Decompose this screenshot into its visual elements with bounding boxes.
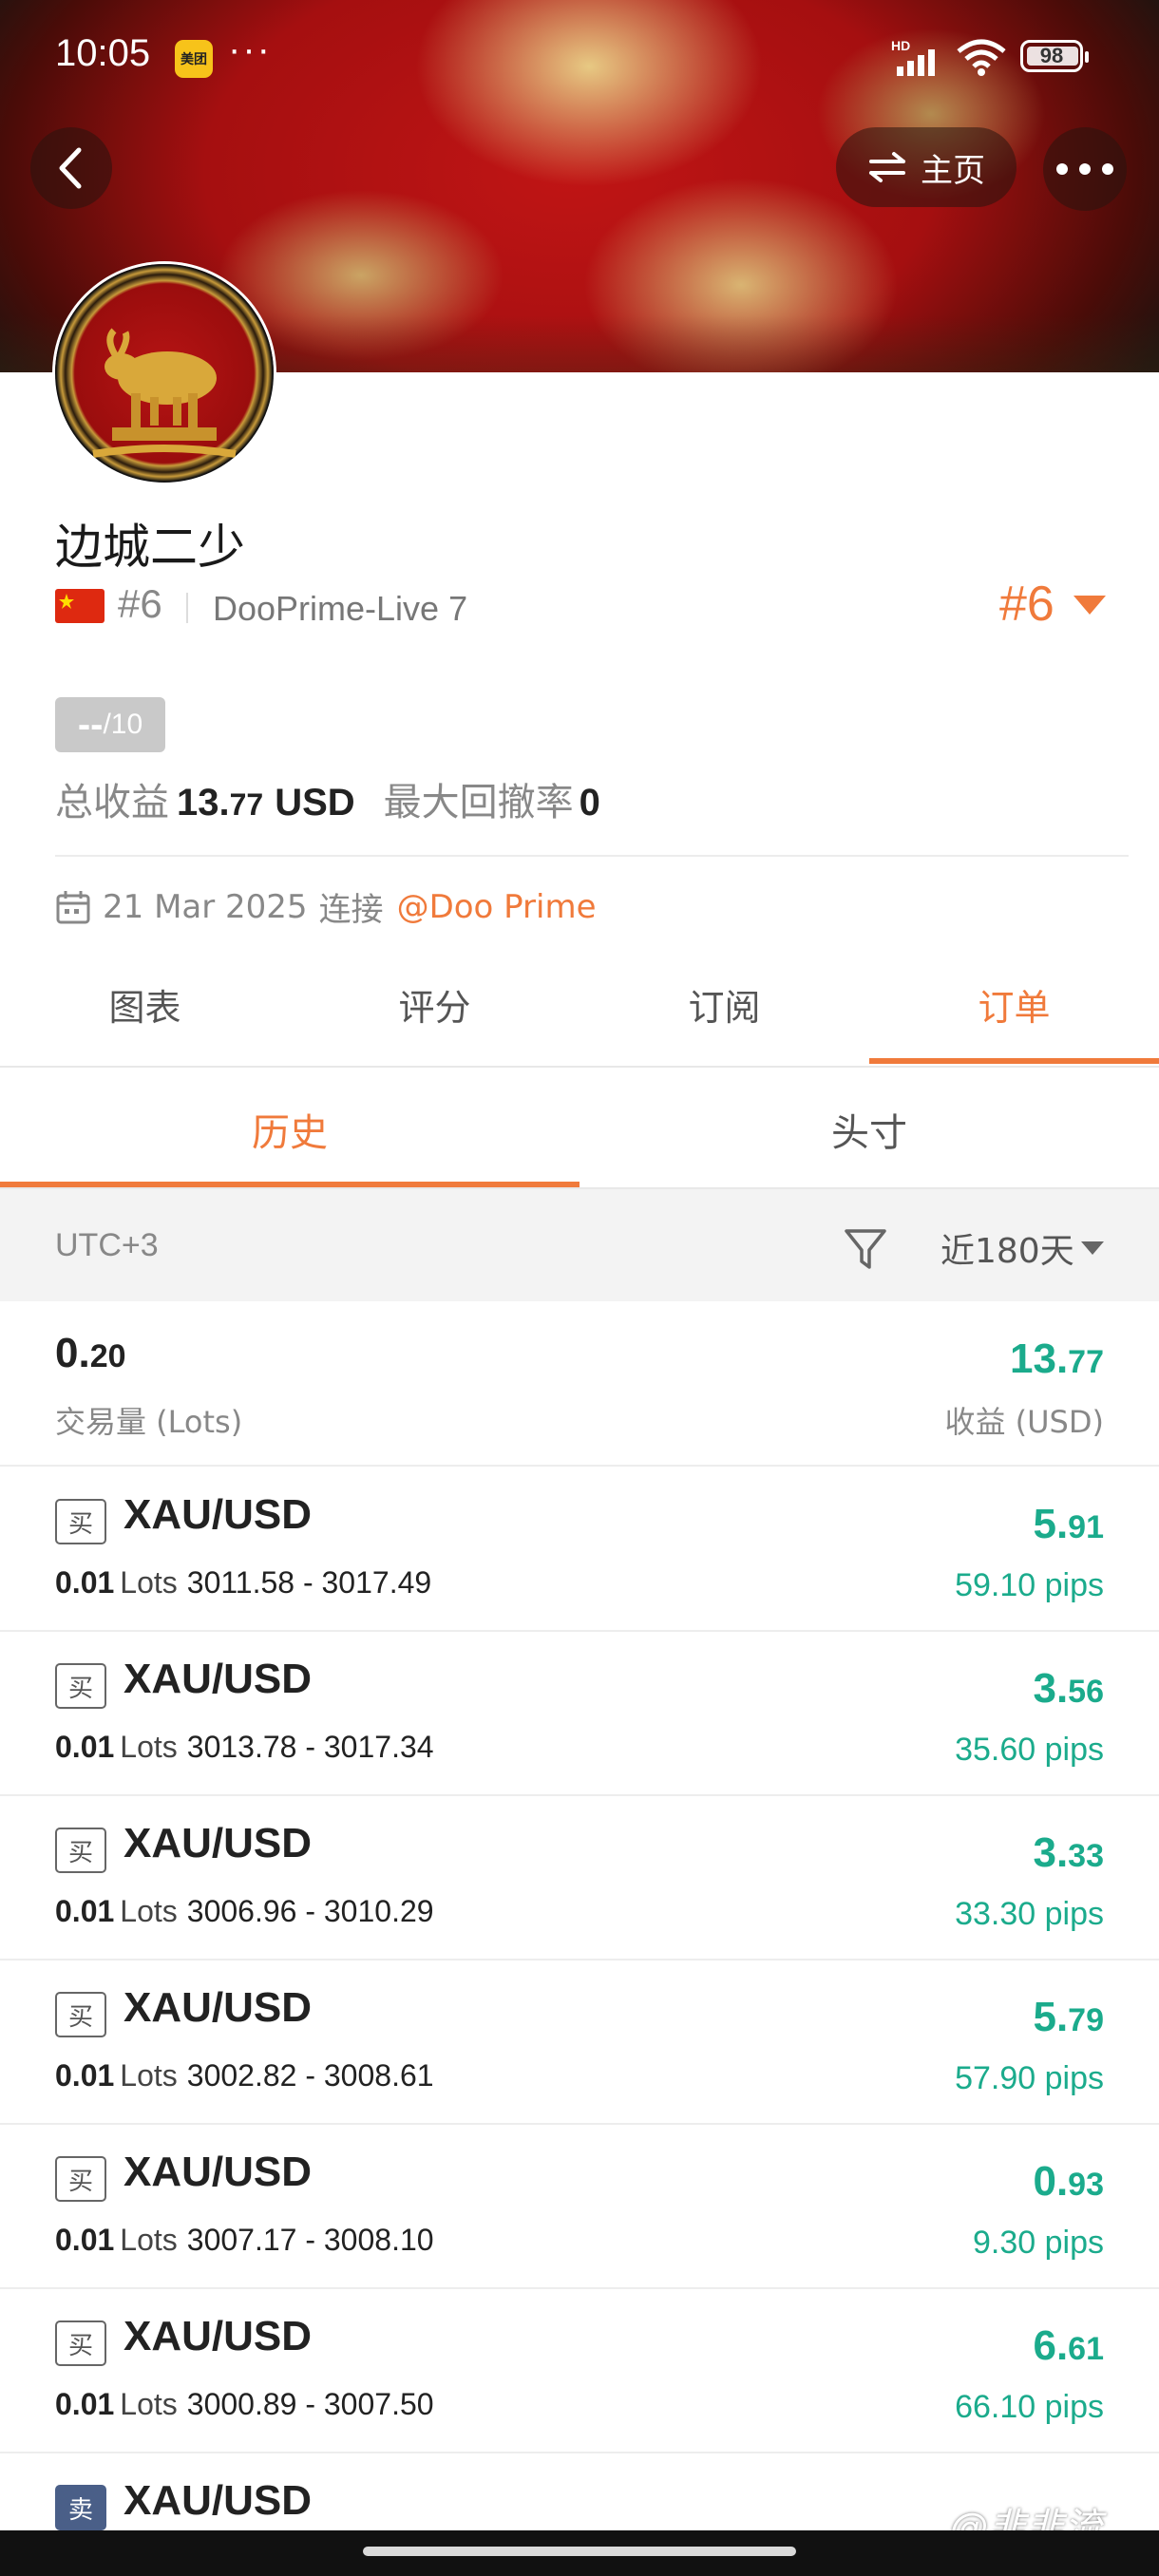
order-symbol: XAU/USD: [124, 2477, 313, 2524]
tab-active-indicator: [869, 1058, 1159, 1064]
order-detail: 0.01 Lots 3000.89 - 3007.50: [55, 2387, 434, 2421]
chevron-left-icon: [59, 147, 82, 189]
order-profit: 5.79: [1033, 1994, 1104, 2040]
buy-tag: 买: [55, 1828, 106, 1873]
china-flag-icon: [55, 589, 104, 623]
connected-info: 21 Mar 2025 连接 @Doo Prime: [55, 883, 597, 930]
signal-icon: [897, 49, 935, 76]
order-symbol: XAU/USD: [124, 1984, 313, 2031]
connected-label: 连接: [318, 891, 384, 929]
order-detail: 0.01 Lots 3007.17 - 3008.10: [55, 2223, 434, 2257]
tab-orders[interactable]: 订单: [869, 978, 1159, 1031]
status-time: 10:05: [55, 32, 151, 74]
order-profit: 3.33: [1033, 1829, 1104, 1876]
divider: [186, 593, 188, 623]
connected-date: 21 Mar 2025: [103, 887, 308, 926]
home-indicator[interactable]: [363, 2547, 796, 2556]
timezone-label: UTC+3: [55, 1227, 159, 1263]
battery-icon: 98: [1020, 40, 1089, 72]
summary-lots-label: 交易量 (Lots): [55, 1404, 243, 1440]
tab-rating[interactable]: 评分: [290, 978, 580, 1031]
order-detail: 0.01 Lots 3013.78 - 3017.34: [55, 1730, 434, 1764]
order-symbol: XAU/USD: [124, 1656, 313, 1702]
bull-logo-icon: [92, 328, 237, 458]
rank-small: #6: [118, 581, 162, 626]
buy-tag: 买: [55, 1992, 106, 2037]
order-symbol: XAU/USD: [124, 1820, 313, 1866]
caret-down-icon[interactable]: [1074, 596, 1106, 615]
trader-name: 边城二少: [55, 520, 245, 575]
subtab-history[interactable]: 历史: [0, 1102, 580, 1157]
filter-icon[interactable]: [844, 1227, 887, 1271]
home-button-label: 主页: [921, 151, 985, 190]
broker-name: DooPrime-Live 7: [213, 589, 468, 628]
tab-subscribe[interactable]: 订阅: [580, 978, 869, 1031]
order-pips: 35.60 pips: [955, 1732, 1104, 1768]
buy-tag: 买: [55, 1499, 106, 1544]
order-row[interactable]: 买 XAU/USD 0.01 Lots 3011.58 - 3017.49 5.91…: [0, 1467, 1159, 1630]
summary-profit-label: 收益 (USD): [944, 1404, 1104, 1440]
buy-tag: 买: [55, 2156, 106, 2202]
profit-stats: 总收益 13.77 USD 最大回撤率 0: [55, 771, 600, 826]
period-selector[interactable]: 近180天: [940, 1223, 1074, 1273]
avatar[interactable]: [55, 264, 274, 483]
summary-profit: 13.77: [1010, 1335, 1104, 1382]
order-pips: 57.90 pips: [955, 2060, 1104, 2096]
order-profit: 5.91: [1033, 1501, 1104, 1547]
order-row[interactable]: 买 XAU/USD 0.01 Lots 3000.89 - 3007.50 6.61…: [0, 2288, 1159, 2452]
summary-lots: 0.20: [55, 1330, 126, 1376]
order-symbol: XAU/USD: [124, 2149, 313, 2195]
total-profit-value: 13.77: [177, 782, 264, 824]
divider: [0, 1066, 1159, 1068]
max-drawdown-label: 最大回撤率: [383, 781, 574, 824]
score-badge: --/10: [55, 697, 165, 752]
home-button[interactable]: 主页: [836, 127, 1016, 207]
more-dots-icon: [1056, 163, 1113, 175]
sell-tag: 卖: [55, 2485, 106, 2530]
order-profit: 3.56: [1033, 1665, 1104, 1712]
status-more-icon: ···: [228, 28, 272, 70]
order-profit: 6.61: [1033, 2322, 1104, 2369]
order-row[interactable]: 买 XAU/USD 0.01 Lots 3002.82 - 3008.61 5.79…: [0, 1960, 1159, 2123]
divider: [55, 855, 1129, 857]
order-row[interactable]: 买 XAU/USD 0.01 Lots 3007.17 - 3008.10 0.93…: [0, 2124, 1159, 2287]
order-pips: 33.30 pips: [955, 1896, 1104, 1932]
calendar-icon: [56, 890, 90, 923]
order-symbol: XAU/USD: [124, 2313, 313, 2359]
total-profit-label: 总收益: [55, 781, 169, 824]
order-detail: 0.01 Lots 3006.96 - 3010.29: [55, 1894, 434, 1928]
order-row[interactable]: 买 XAU/USD 0.01 Lots 3006.96 - 3010.29 3.33…: [0, 1795, 1159, 1959]
order-pips: 9.30 pips: [973, 2225, 1104, 2261]
order-symbol: XAU/USD: [124, 1491, 313, 1538]
order-pips: 66.10 pips: [955, 2389, 1104, 2425]
rank-selector[interactable]: #6: [999, 576, 1054, 633]
order-detail: 0.01 Lots 3011.58 - 3017.49: [55, 1565, 432, 1600]
order-detail: 0.01 Lots 3002.82 - 3008.61: [55, 2058, 434, 2093]
broker-link[interactable]: @Doo Prime: [397, 888, 597, 926]
order-pips: 59.10 pips: [955, 1567, 1104, 1603]
subtab-positions[interactable]: 头寸: [580, 1102, 1159, 1157]
total-profit-unit: USD: [275, 782, 355, 824]
caret-down-icon[interactable]: [1081, 1241, 1104, 1255]
order-row[interactable]: 买 XAU/USD 0.01 Lots 3013.78 - 3017.34 3.56…: [0, 1631, 1159, 1794]
buy-tag: 买: [55, 2320, 106, 2366]
order-profit: 0.93: [1033, 2158, 1104, 2205]
swap-icon: [869, 152, 905, 182]
buy-tag: 买: [55, 1663, 106, 1709]
more-options-button[interactable]: [1043, 127, 1127, 211]
max-drawdown-value: 0: [579, 782, 600, 824]
wifi-icon: [957, 39, 1006, 76]
meituan-app-icon: 美团: [175, 40, 213, 78]
back-button[interactable]: [30, 127, 112, 209]
tab-chart[interactable]: 图表: [0, 978, 290, 1031]
